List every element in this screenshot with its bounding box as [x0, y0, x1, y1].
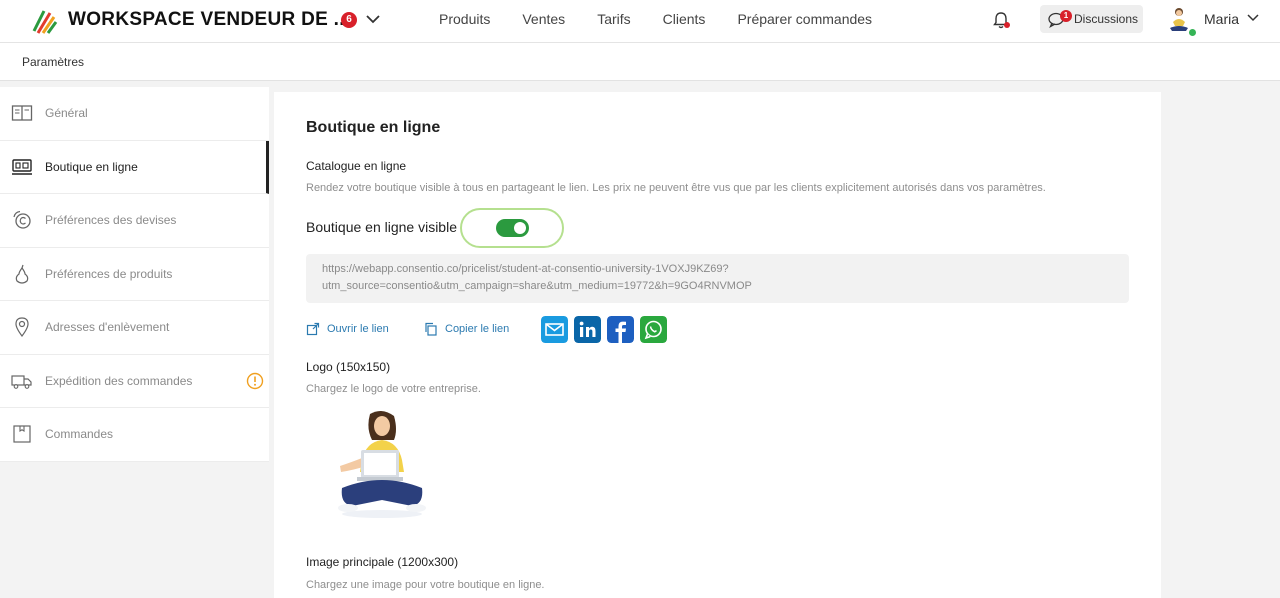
warning-icon	[246, 372, 264, 389]
box-icon	[13, 425, 31, 443]
currency-icon	[13, 211, 31, 229]
sidebar-item-label: Boutique en ligne	[45, 159, 138, 174]
sidebar-item-commandes[interactable]: Commandes	[0, 408, 269, 462]
chevron-down-icon[interactable]	[1246, 13, 1260, 23]
sidebar-item-adresses-enlevement[interactable]: Adresses d'enlèvement	[0, 301, 269, 355]
sidebar-item-general[interactable]: Général	[0, 87, 269, 141]
sidebar-item-label: Commandes	[45, 427, 114, 442]
discussions-badge: 1	[1060, 10, 1072, 22]
sidebar-item-boutique-en-ligne[interactable]: Boutique en ligne	[0, 140, 269, 194]
breadcrumb-bar: Paramètres	[0, 43, 1280, 81]
chevron-down-icon[interactable]	[364, 12, 382, 26]
discussions-label: Discussions	[1074, 12, 1139, 26]
book-icon	[11, 105, 33, 121]
logo-image[interactable]	[332, 410, 432, 518]
pear-icon	[15, 264, 29, 284]
copy-link-button[interactable]: Copier le lien	[424, 322, 509, 336]
location-pin-icon	[15, 317, 29, 338]
user-name[interactable]: Maria	[1204, 11, 1239, 27]
sidebar-item-preferences-devises[interactable]: Préférences des devises	[0, 194, 269, 248]
nav-preparer-commandes[interactable]: Préparer commandes	[737, 11, 872, 27]
main-panel: Boutique en ligne Catalogue en ligne Ren…	[274, 92, 1161, 598]
main-nav: Produits Ventes Tarifs Clients Préparer …	[439, 11, 872, 27]
catalogue-description: Rendez votre boutique visible à tous en …	[306, 182, 1046, 194]
copy-icon	[425, 322, 437, 336]
logo-label: Logo (150x150)	[306, 360, 391, 374]
share-url: https://webapp.consentio.co/pricelist/st…	[322, 263, 752, 292]
logo-description: Chargez le logo de votre entreprise.	[306, 383, 481, 395]
email-icon[interactable]	[541, 316, 568, 343]
avatar[interactable]	[1168, 6, 1190, 32]
sidebar-item-label: Préférences des devises	[45, 213, 177, 228]
nav-ventes[interactable]: Ventes	[522, 11, 565, 27]
visible-label: Boutique en ligne visible	[306, 219, 457, 235]
linkedin-icon[interactable]	[574, 316, 601, 343]
page-title: Boutique en ligne	[306, 119, 441, 136]
sidebar-item-expedition-commandes[interactable]: Expédition des commandes	[0, 355, 269, 408]
top-bar: WORKSPACE VENDEUR DE ... 6 Produits Vent…	[0, 0, 1280, 43]
sidebar-item-label: Expédition des commandes	[45, 373, 193, 388]
visibility-toggle[interactable]	[496, 219, 529, 237]
workspace-logo[interactable]	[30, 7, 58, 35]
notification-dot	[1004, 22, 1010, 28]
whatsapp-icon[interactable]	[640, 316, 667, 343]
sidebar-item-label: Adresses d'enlèvement	[45, 320, 170, 335]
breadcrumb[interactable]: Paramètres	[22, 55, 84, 69]
sidebar-item-label: Préférences de produits	[45, 266, 173, 281]
main-image-description: Chargez une image pour votre boutique en…	[306, 579, 545, 591]
catalogue-label: Catalogue en ligne	[306, 159, 407, 173]
open-link-button[interactable]: Ouvrir le lien	[306, 322, 389, 336]
external-link-icon	[306, 322, 320, 336]
settings-sidebar: Général Boutique en ligne Préférences de…	[0, 87, 269, 462]
truck-icon	[11, 375, 32, 389]
sidebar-item-label: Général	[45, 106, 88, 121]
sidebar-item-preferences-produits[interactable]: Préférences de produits	[0, 248, 269, 301]
online-status-dot	[1187, 27, 1198, 38]
workspace-title[interactable]: WORKSPACE VENDEUR DE ...	[68, 9, 350, 31]
main-image-label: Image principale (1200x300)	[306, 555, 459, 569]
discussions-button[interactable]: 1 Discussions	[1040, 5, 1143, 33]
nav-tarifs[interactable]: Tarifs	[597, 11, 630, 27]
toggle-knob	[514, 222, 526, 234]
open-link-label: Ouvrir le lien	[327, 323, 389, 335]
shop-icon	[12, 159, 32, 175]
workspace-count-badge: 6	[341, 12, 357, 28]
share-url-box[interactable]: https://webapp.consentio.co/pricelist/st…	[306, 254, 1129, 303]
copy-link-label: Copier le lien	[445, 323, 510, 335]
facebook-icon[interactable]	[607, 316, 634, 343]
nav-clients[interactable]: Clients	[663, 11, 706, 27]
nav-produits[interactable]: Produits	[439, 11, 490, 27]
